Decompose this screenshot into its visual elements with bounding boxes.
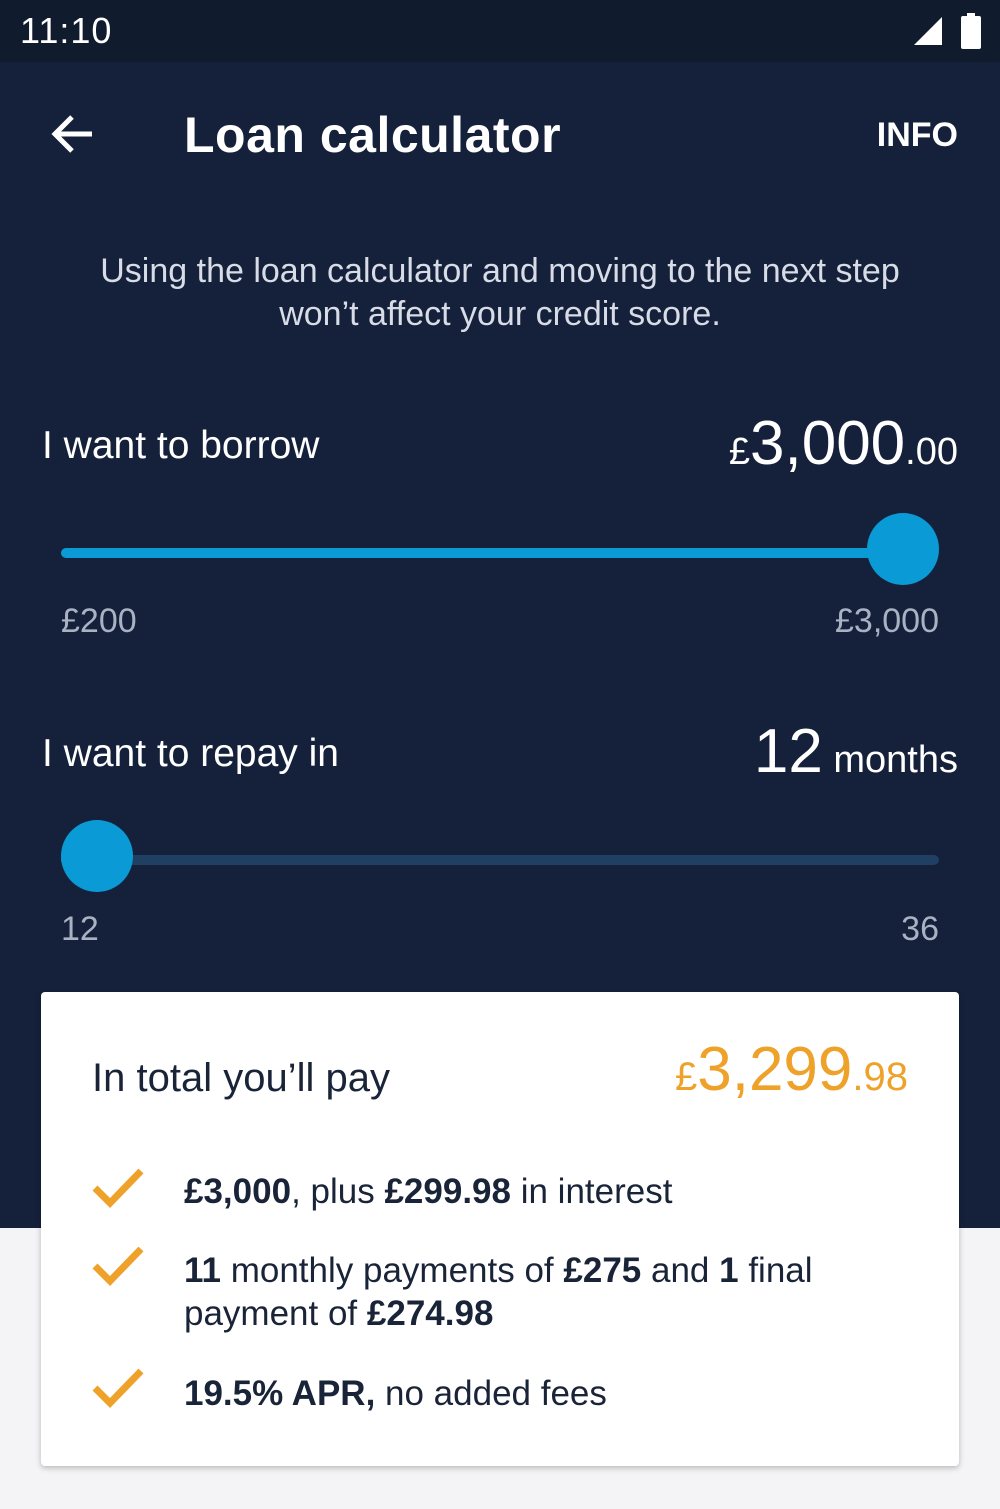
line-text: and: [641, 1251, 720, 1290]
total-amount-main: 3,299: [697, 1035, 853, 1104]
borrow-max-label: £3,000: [835, 602, 939, 640]
borrow-amount-main: 3,000: [750, 409, 906, 478]
checkmark-icon: [92, 1246, 144, 1286]
summary-line-interest: £3,000, plus £299.98 in interest: [184, 1170, 904, 1213]
borrow-label: I want to borrow: [42, 424, 320, 467]
line-text: in interest: [510, 1172, 673, 1211]
borrow-slider-track[interactable]: [61, 548, 939, 558]
line-text: no added fees: [375, 1374, 607, 1413]
status-icons: [912, 13, 982, 49]
borrow-slider-fill: [61, 548, 903, 558]
battery-icon: [961, 13, 981, 49]
status-bar: 11:10: [0, 0, 1000, 62]
total-currency: £: [674, 1055, 698, 1099]
borrow-amount: £3,000.00: [729, 408, 958, 479]
loan-amount: £3,000: [184, 1172, 292, 1211]
checkmark-icon: [92, 1368, 144, 1408]
repay-label: I want to repay in: [42, 732, 339, 775]
total-amount: £3,299.98: [675, 1034, 908, 1105]
line-text: , plus: [291, 1172, 385, 1211]
line-text: monthly payments of: [221, 1251, 564, 1290]
summary-card: In total you’ll pay £3,299.98 £3,000, pl…: [41, 992, 959, 1466]
borrow-currency: £: [728, 431, 751, 473]
apr-rate: 19.5% APR,: [184, 1374, 376, 1413]
repay-term: 12 months: [754, 716, 958, 787]
status-time: 11:10: [20, 10, 113, 51]
repay-term-unit: months: [822, 739, 958, 781]
monthly-payment: £275: [563, 1251, 642, 1290]
repay-min-label: 12: [61, 910, 99, 948]
borrow-min-label: £200: [61, 602, 137, 640]
signal-icon: [914, 17, 942, 45]
repay-slider-track[interactable]: [61, 855, 939, 865]
back-arrow-icon: [51, 115, 92, 153]
checkmark-icon: [92, 1168, 144, 1208]
back-button[interactable]: [44, 106, 100, 162]
summary-line-payments: 11 monthly payments of £275 and 1 final …: [184, 1249, 904, 1335]
info-button[interactable]: INFO: [877, 116, 958, 155]
app-bar: Loan calculator INFO: [0, 62, 1000, 208]
final-payment: £274.98: [366, 1294, 494, 1333]
total-amount-decimal: .98: [852, 1055, 908, 1099]
intro-text: Using the loan calculator and moving to …: [100, 252, 900, 333]
repay-max-label: 36: [901, 910, 939, 948]
final-payment-count: 1: [719, 1251, 739, 1290]
summary-line-apr: 19.5% APR, no added fees: [184, 1372, 904, 1415]
page-title: Loan calculator: [184, 107, 562, 163]
total-label: In total you’ll pay: [92, 1056, 390, 1100]
interest-amount: £299.98: [384, 1172, 511, 1211]
borrow-amount-decimal: .00: [905, 431, 958, 473]
repay-slider-thumb[interactable]: [61, 820, 133, 892]
repay-term-value: 12: [753, 717, 823, 786]
borrow-slider-thumb[interactable]: [867, 513, 939, 585]
payment-count: 11: [184, 1251, 221, 1290]
